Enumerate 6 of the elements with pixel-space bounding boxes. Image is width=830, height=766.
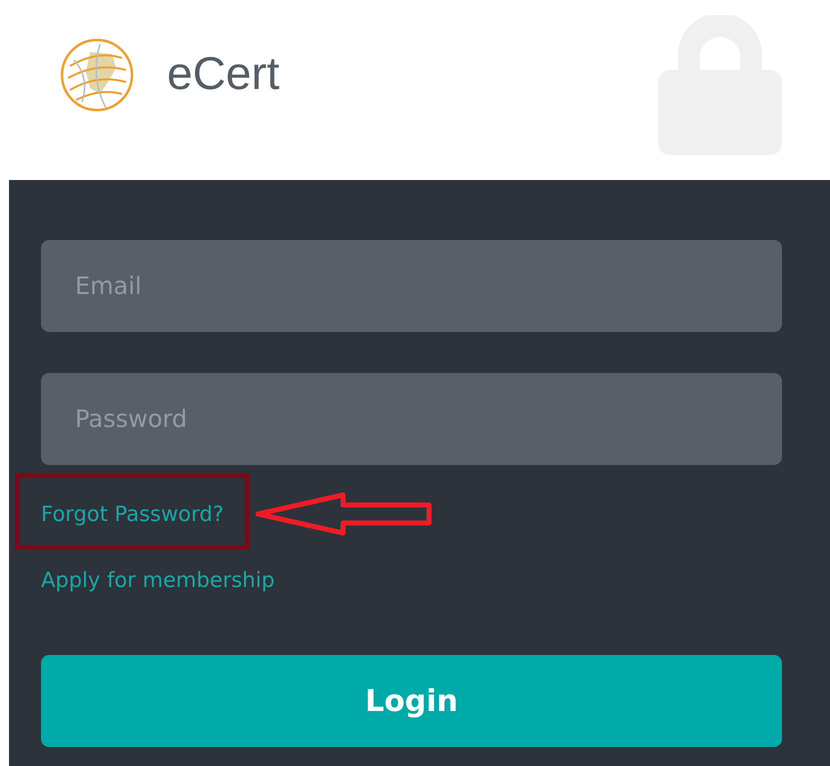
input-field[interactable]: Email: [41, 240, 782, 332]
input-field[interactable]: Password: [41, 373, 782, 465]
link[interactable]: Forgot Password?: [41, 502, 224, 526]
login-button[interactable]: Login: [41, 655, 782, 747]
link[interactable]: Apply for membership: [41, 568, 275, 592]
brand-name: eCert: [167, 46, 280, 101]
